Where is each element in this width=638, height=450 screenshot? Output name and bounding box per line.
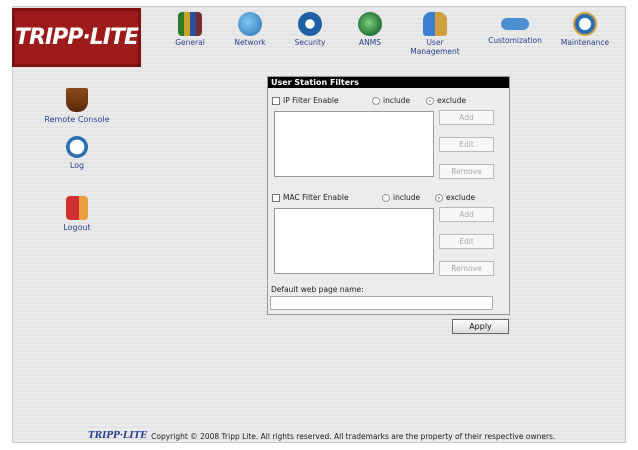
sidebar-item-log-label: Log xyxy=(69,161,85,170)
mac-include-label: include xyxy=(393,193,421,202)
mac-exclude-radio[interactable] xyxy=(435,193,443,202)
exit-door-icon xyxy=(66,196,88,220)
ip-edit-button[interactable]: Edit xyxy=(439,137,494,152)
nav-maintenance-label: Maintenance xyxy=(560,38,610,47)
mac-add-button[interactable]: Add xyxy=(439,207,494,222)
ip-filter-list[interactable] xyxy=(274,111,434,177)
sidebar-item-logout-label: Logout xyxy=(63,223,91,232)
mac-filter-enable-label: MAC Filter Enable xyxy=(283,193,349,202)
apply-button[interactable]: Apply xyxy=(452,319,509,334)
nav-security[interactable]: Security xyxy=(280,10,340,47)
nav-user-management-label: User Management xyxy=(410,38,460,56)
network-globe-icon xyxy=(238,12,262,36)
books-icon xyxy=(178,12,202,36)
ip-add-button[interactable]: Add xyxy=(439,110,494,125)
coffee-cup-icon xyxy=(66,88,88,112)
nav-network-label: Network xyxy=(234,38,266,47)
top-navigation: General Network Security ANMS User Manag… xyxy=(160,10,624,66)
nav-general-label: General xyxy=(175,38,205,47)
panel-title: User Station Filters xyxy=(268,77,509,88)
mac-remove-button[interactable]: Remove xyxy=(439,261,494,276)
mac-filter-list[interactable] xyxy=(274,208,434,274)
copyright-text: Copyright © 2008 Tripp Lite. All rights … xyxy=(151,431,556,441)
ip-filter-enable-label: IP Filter Enable xyxy=(283,96,339,105)
lock-icon xyxy=(298,12,322,36)
nav-security-label: Security xyxy=(294,38,326,47)
default-web-page-input[interactable] xyxy=(270,296,493,310)
nav-general[interactable]: General xyxy=(160,10,220,47)
globe-icon xyxy=(358,12,382,36)
nav-anms-label: ANMS xyxy=(359,38,381,47)
ip-remove-button[interactable]: Remove xyxy=(439,164,494,179)
nav-maintenance[interactable]: Maintenance xyxy=(555,10,615,47)
footer-logo: TRIPP·LITE xyxy=(88,431,148,441)
ip-exclude-radio[interactable] xyxy=(426,96,434,105)
maintenance-clock-icon xyxy=(573,12,597,36)
sidebar-item-remote-console[interactable]: Remote Console xyxy=(37,88,117,124)
ip-exclude-label: exclude xyxy=(437,96,467,105)
ip-include-label: include xyxy=(383,96,411,105)
nav-network[interactable]: Network xyxy=(220,10,280,47)
nav-anms[interactable]: ANMS xyxy=(340,10,400,47)
nav-customization-label: Customization xyxy=(488,36,542,45)
ip-filter-enable-checkbox[interactable] xyxy=(272,96,280,105)
mac-filter-enable-checkbox[interactable] xyxy=(272,193,280,202)
clock-icon xyxy=(66,136,88,158)
nav-customization[interactable]: Customization xyxy=(485,10,545,45)
mac-include-radio[interactable] xyxy=(382,193,390,202)
tripp-lite-logo: TRIPP·LITE xyxy=(12,8,141,67)
default-web-page-label: Default web page name: xyxy=(271,285,364,294)
sidebar-item-log[interactable]: Log xyxy=(37,136,117,170)
ip-include-radio[interactable] xyxy=(372,96,380,105)
mac-edit-button[interactable]: Edit xyxy=(439,234,494,249)
sidebar-item-remote-console-label: Remote Console xyxy=(44,115,110,124)
user-station-filters-panel: User Station Filters IP Filter Enable in… xyxy=(267,76,510,315)
nav-user-management[interactable]: User Management xyxy=(405,10,465,56)
mac-exclude-label: exclude xyxy=(446,193,476,202)
connector-icon xyxy=(501,18,529,30)
users-icon xyxy=(423,12,447,36)
footer: TRIPP·LITE Copyright © 2008 Tripp Lite. … xyxy=(88,431,555,441)
sidebar-item-logout[interactable]: Logout xyxy=(37,196,117,232)
